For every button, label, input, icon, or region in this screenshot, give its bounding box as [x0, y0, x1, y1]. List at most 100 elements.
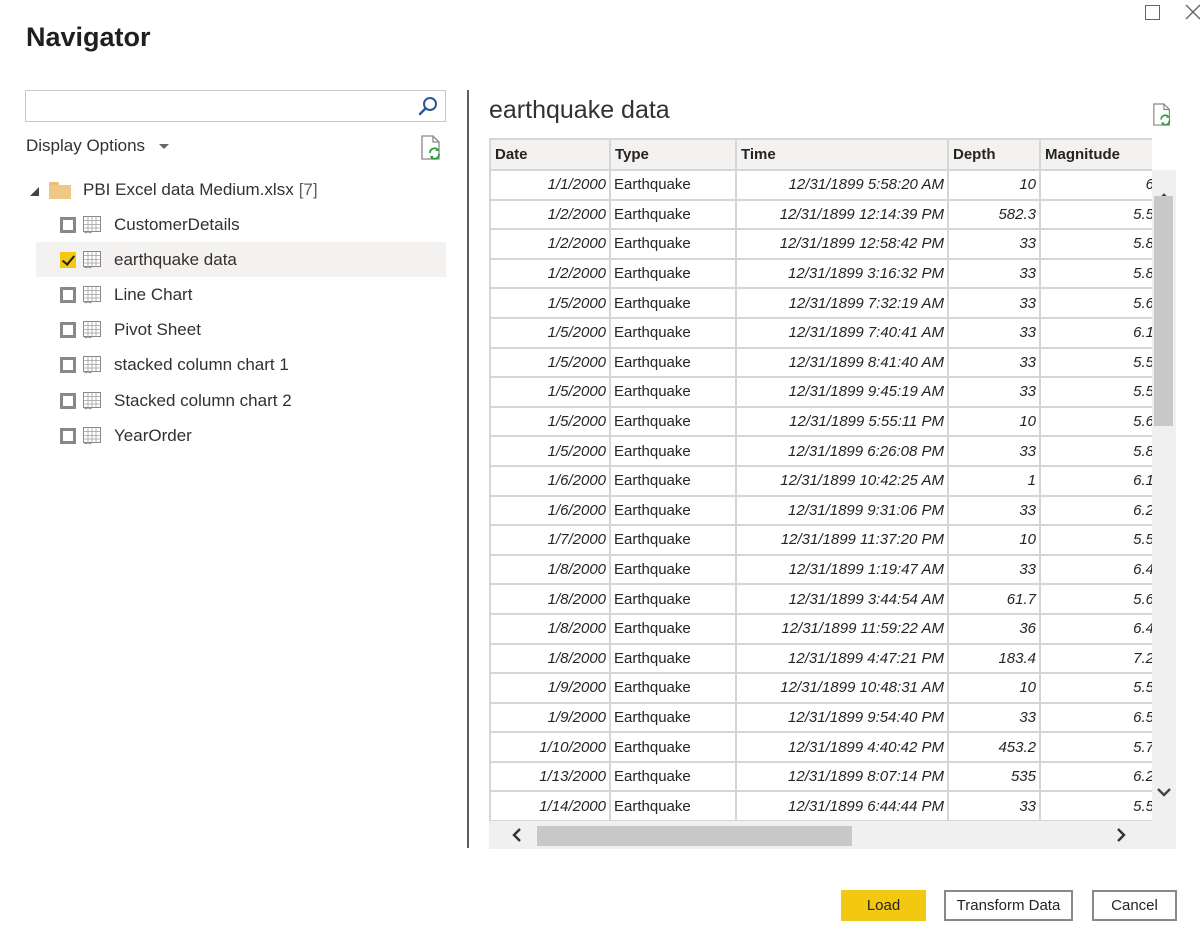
- table-cell: Earthquake: [609, 583, 737, 615]
- table-cell: 5.7: [1039, 731, 1152, 763]
- table-cell: 1/5/2000: [489, 316, 611, 349]
- search-icon[interactable]: [417, 95, 439, 117]
- checkbox[interactable]: [60, 286, 76, 303]
- load-button[interactable]: Load: [841, 890, 926, 921]
- vertical-scroll-thumb[interactable]: [1154, 196, 1173, 426]
- cancel-button[interactable]: Cancel: [1092, 890, 1177, 921]
- preview-table-container: DateTypeTimeDepthMagnitudeLa 1/1/2000Ear…: [489, 138, 1152, 821]
- tree-root-workbook[interactable]: PBI Excel data Medium.xlsx [7]: [30, 176, 318, 204]
- horizontal-scroll-thumb[interactable]: [537, 826, 852, 846]
- table-cell: 5.6: [1039, 287, 1152, 319]
- checkbox[interactable]: [60, 322, 76, 339]
- checkbox[interactable]: [60, 427, 76, 444]
- refresh-document-icon[interactable]: [1152, 103, 1174, 127]
- checkbox[interactable]: [60, 216, 76, 233]
- table-cell: 12/31/1899 3:16:32 PM: [735, 257, 949, 290]
- table-cell: 6.1: [1039, 464, 1152, 497]
- tree-item[interactable]: earthquake data: [36, 242, 446, 278]
- table-row: 1/8/2000 Earthquake 12/31/1899 3:44:54 AM 6…: [489, 583, 1152, 615]
- table-cell: 12/31/1899 9:54:40 PM: [735, 701, 949, 734]
- table-cell: 12/31/1899 3:44:54 AM: [735, 583, 949, 615]
- table-cell: 33: [947, 701, 1041, 734]
- table-cell: 1/9/2000: [489, 672, 611, 704]
- table-cell: 1/13/2000: [489, 760, 611, 793]
- tree-item[interactable]: stacked column chart 1: [36, 348, 446, 383]
- table-row: 1/5/2000 Earthquake 12/31/1899 5:55:11 PM 1…: [489, 405, 1152, 438]
- column-header[interactable]: Time: [735, 138, 949, 171]
- search-field[interactable]: [25, 90, 446, 122]
- column-header[interactable]: Date: [489, 138, 611, 171]
- table-row: 1/2/2000 Earthquake 12/31/1899 3:16:32 PM 3…: [489, 257, 1152, 290]
- table-cell: 33: [947, 790, 1041, 821]
- table-cell: Earthquake: [609, 346, 737, 379]
- table-cell: 582.3: [947, 198, 1041, 231]
- pane-divider[interactable]: [467, 90, 469, 848]
- scroll-left-icon[interactable]: [509, 827, 525, 843]
- table-cell: 1/1/2000: [489, 169, 611, 201]
- table-cell: 5.5: [1039, 524, 1152, 556]
- table-cell: 12/31/1899 12:14:39 PM: [735, 198, 949, 231]
- table-row: 1/9/2000 Earthquake 12/31/1899 9:54:40 PM 3…: [489, 701, 1152, 734]
- table-row: 1/2/2000 Earthquake 12/31/1899 12:58:42 PM…: [489, 228, 1152, 260]
- table-cell: 12/31/1899 9:45:19 AM: [735, 376, 949, 408]
- checkbox[interactable]: [60, 392, 76, 409]
- display-options-dropdown[interactable]: Display Options: [26, 136, 170, 156]
- table-cell: 6.2: [1039, 494, 1152, 527]
- tree-item[interactable]: YearOrder: [36, 418, 446, 453]
- scroll-right-icon[interactable]: [1113, 827, 1129, 843]
- chevron-down-icon: [159, 143, 170, 149]
- table-cell: Earthquake: [609, 612, 737, 645]
- table-cell: 12/31/1899 5:58:20 AM: [735, 169, 949, 201]
- table-cell: 10: [947, 169, 1041, 201]
- table-cell: Earthquake: [609, 405, 737, 438]
- scroll-down-icon[interactable]: [1156, 784, 1172, 800]
- table-icon: [82, 250, 102, 270]
- table-row: 1/8/2000 Earthquake 12/31/1899 4:47:21 PM 1…: [489, 642, 1152, 675]
- table-cell: 12/31/1899 7:32:19 AM: [735, 287, 949, 319]
- table-cell: 12/31/1899 6:44:44 PM: [735, 790, 949, 821]
- transform-data-button[interactable]: Transform Data: [944, 890, 1073, 921]
- tree-item[interactable]: Line Chart: [36, 277, 446, 312]
- display-options-label: Display Options: [26, 136, 146, 155]
- refresh-document-icon[interactable]: [420, 135, 444, 161]
- table-cell: Earthquake: [609, 524, 737, 556]
- table-cell: 5.6: [1039, 583, 1152, 615]
- table-cell: 6.2: [1039, 760, 1152, 793]
- table-row: 1/8/2000 Earthquake 12/31/1899 1:19:47 AM 3…: [489, 553, 1152, 586]
- table-cell: Earthquake: [609, 642, 737, 675]
- table-cell: 1/5/2000: [489, 346, 611, 379]
- table-cell: 33: [947, 376, 1041, 408]
- maximize-button[interactable]: [1137, 0, 1167, 24]
- tree-item[interactable]: Pivot Sheet: [36, 313, 446, 348]
- search-input[interactable]: [26, 91, 406, 119]
- table-cell: 1/2/2000: [489, 228, 611, 260]
- close-button[interactable]: [1178, 0, 1200, 24]
- column-header[interactable]: Magnitude: [1039, 138, 1152, 171]
- table-cell: Earthquake: [609, 228, 737, 260]
- tree-item-label: YearOrder: [114, 425, 192, 445]
- tree-item[interactable]: Stacked column chart 2: [36, 383, 446, 418]
- table-cell: 453.2: [947, 731, 1041, 763]
- column-header[interactable]: Depth: [947, 138, 1041, 171]
- table-cell: Earthquake: [609, 731, 737, 763]
- table-row: 1/8/2000 Earthquake 12/31/1899 11:59:22 AM…: [489, 612, 1152, 645]
- table-cell: 12/31/1899 9:31:06 PM: [735, 494, 949, 527]
- checkbox[interactable]: [60, 357, 76, 374]
- table-cell: 12/31/1899 1:19:47 AM: [735, 553, 949, 586]
- vertical-scrollbar[interactable]: [1152, 170, 1176, 821]
- table-icon: [82, 285, 102, 305]
- table-cell: 6.1: [1039, 316, 1152, 349]
- expand-arrow-icon[interactable]: [30, 186, 39, 196]
- checkbox[interactable]: [60, 251, 76, 268]
- table-cell: Earthquake: [609, 257, 737, 290]
- table-icon: [82, 320, 102, 340]
- table-cell: 12/31/1899 7:40:41 AM: [735, 316, 949, 349]
- table-cell: 535: [947, 760, 1041, 793]
- column-header[interactable]: Type: [609, 138, 737, 171]
- tree-item[interactable]: CustomerDetails: [36, 207, 446, 242]
- horizontal-scrollbar[interactable]: [489, 821, 1176, 849]
- table-cell: 12/31/1899 6:26:08 PM: [735, 435, 949, 467]
- table-icon: [82, 426, 102, 446]
- table-cell: 1: [947, 464, 1041, 497]
- table-cell: 12/31/1899 12:58:42 PM: [735, 228, 949, 260]
